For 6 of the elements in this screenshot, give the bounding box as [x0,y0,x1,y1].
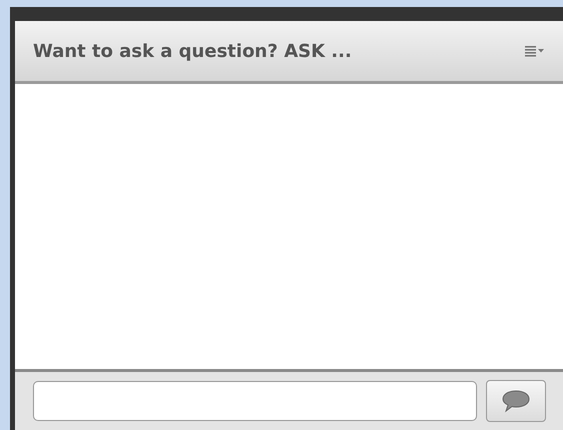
message-field[interactable] [33,381,477,421]
speech-bubble-icon [501,389,531,413]
menu-icon [525,45,545,57]
panel-title: Want to ask a question? ASK ... [33,40,352,62]
send-button[interactable] [486,380,546,422]
menu-button[interactable] [525,45,545,57]
